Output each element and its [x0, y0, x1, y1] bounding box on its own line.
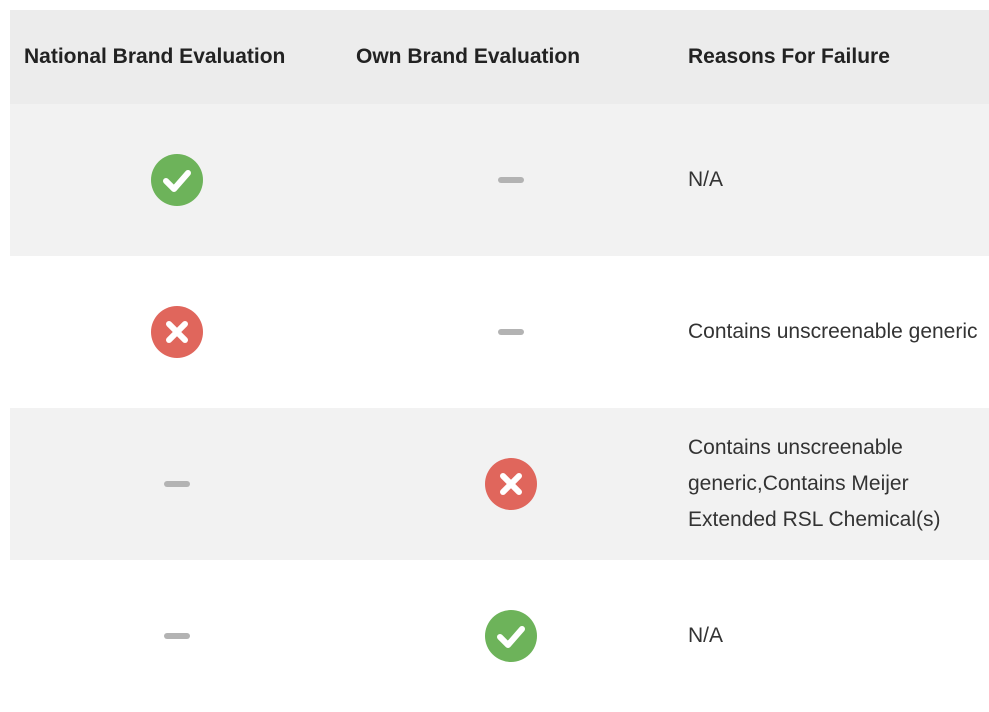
- reason-for-failure-cell: Contains unscreenable generic: [688, 320, 978, 343]
- pass-icon: [484, 610, 537, 662]
- dash-icon: [164, 481, 190, 487]
- table-header-row: National Brand Evaluation Own Brand Eval…: [10, 10, 989, 104]
- table-row: Contains unscreenable generic,Contains M…: [10, 408, 989, 560]
- reason-for-failure-cell: N/A: [688, 624, 724, 647]
- table-row: N/A: [10, 104, 989, 256]
- dash-icon: [164, 633, 190, 639]
- table-row: N/A: [10, 560, 989, 712]
- national-brand-evaluation-cell: [10, 256, 344, 408]
- national-brand-evaluation-cell: [10, 560, 344, 712]
- fail-icon: [484, 458, 537, 510]
- fail-icon: [151, 306, 203, 358]
- pass-icon: [151, 154, 203, 206]
- own-brand-evaluation-cell: [344, 256, 677, 408]
- own-brand-evaluation-cell: [344, 408, 677, 560]
- table-row: Contains unscreenable generic: [10, 256, 989, 408]
- own-brand-evaluation-header: Own Brand Evaluation: [356, 45, 581, 68]
- reasons-for-failure-header: Reasons For Failure: [688, 45, 890, 68]
- national-brand-evaluation-cell: [10, 104, 344, 256]
- dash-icon: [497, 329, 524, 335]
- own-brand-evaluation-cell: [344, 104, 677, 256]
- dash-icon: [497, 177, 524, 183]
- reason-for-failure-cell: Contains unscreenable generic,Contains M…: [688, 436, 941, 531]
- evaluation-table: National Brand Evaluation Own Brand Eval…: [10, 10, 989, 712]
- national-brand-evaluation-cell: [10, 408, 344, 560]
- own-brand-evaluation-cell: [344, 560, 677, 712]
- national-brand-evaluation-header: National Brand Evaluation: [24, 45, 286, 68]
- reason-for-failure-cell: N/A: [688, 168, 724, 191]
